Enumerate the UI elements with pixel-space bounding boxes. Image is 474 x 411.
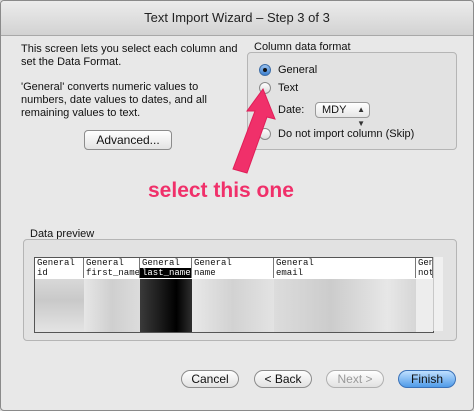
column-header-6[interactable]: not (416, 268, 433, 278)
column-header-1[interactable]: id (35, 268, 84, 278)
data-preview-group: General General General General General … (23, 239, 457, 341)
blurred-data-column-2 (84, 279, 140, 332)
column-format-5[interactable]: General (274, 258, 416, 268)
blurred-data-column-6 (416, 279, 433, 332)
text-import-wizard-window: Text Import Wizard – Step 3 of 3 This sc… (0, 0, 474, 411)
column-header-4[interactable]: name (192, 268, 274, 278)
blurred-data-column-4 (192, 279, 274, 332)
column-header-2[interactable]: first_name (84, 268, 140, 278)
column-format-2[interactable]: General (84, 258, 140, 268)
data-preview-grid[interactable]: General General General General General … (34, 257, 434, 333)
annotation-text: select this one (148, 179, 294, 202)
column-header-3-selected[interactable]: last_name (140, 268, 192, 278)
column-header-5[interactable]: email (274, 268, 416, 278)
column-format-4[interactable]: General (192, 258, 274, 268)
column-format-1[interactable]: General (35, 258, 84, 268)
annotation-arrow-icon (232, 87, 276, 174)
preview-scrollbar[interactable] (433, 257, 443, 331)
finish-button[interactable]: Finish (398, 370, 456, 388)
cancel-button[interactable]: Cancel (181, 370, 239, 388)
blurred-data-column-3 (140, 279, 192, 332)
column-format-3[interactable]: General (140, 258, 192, 268)
blurred-data-column-1 (35, 279, 84, 332)
next-button[interactable]: Next > (326, 370, 384, 388)
back-button[interactable]: < Back (254, 370, 312, 388)
column-format-6[interactable]: Gen (416, 258, 433, 268)
blurred-data-column-5 (274, 279, 416, 332)
